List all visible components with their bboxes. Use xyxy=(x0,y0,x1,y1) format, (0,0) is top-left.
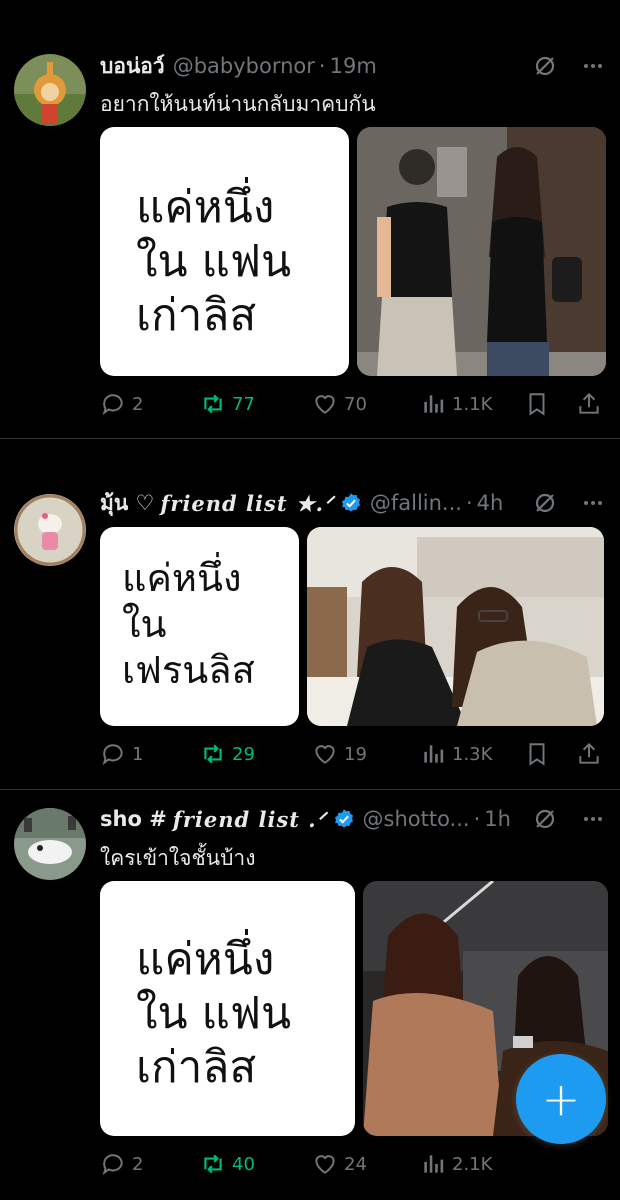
photo[interactable] xyxy=(307,527,604,726)
share-icon xyxy=(579,392,599,414)
display-name[interactable]: บอน่อว์ xyxy=(100,50,165,83)
views-icon xyxy=(424,1155,444,1173)
compose-post-button[interactable]: + xyxy=(516,1054,606,1144)
tweet-header: บอน่อว์ @babybornor · 19m xyxy=(100,50,606,82)
repost-button[interactable]: 40 xyxy=(200,1151,312,1177)
display-name-stylized[interactable]: friend list .ᐟ xyxy=(173,807,327,832)
bookmark-button[interactable] xyxy=(524,741,576,767)
views-button[interactable]: 2.1K xyxy=(420,1151,524,1177)
views-button[interactable]: 1.1K xyxy=(420,391,524,417)
grok-icon[interactable] xyxy=(532,53,558,79)
timestamp[interactable]: 1h xyxy=(484,807,511,831)
tweet-1[interactable]: บอน่อว์ @babybornor · 19m อยากให้นนท์น่า… xyxy=(0,0,620,438)
repost-icon xyxy=(204,1154,222,1174)
tweet-actions: 2 77 70 1.1K xyxy=(100,386,606,422)
reply-button[interactable]: 2 xyxy=(100,391,200,417)
text-image-card[interactable]: แค่หนึ่ง ใน เฟรนลิส xyxy=(100,527,299,726)
display-name[interactable]: มุ้น ♡ xyxy=(100,487,154,520)
view-count: 1.1K xyxy=(452,393,493,415)
tweet-actions: 2 40 24 2.1K xyxy=(100,1146,606,1182)
reply-icon xyxy=(102,1154,123,1176)
tweet-text: อยากให้นนท์น่านกลับมาคบกัน xyxy=(100,92,376,116)
reply-button[interactable]: 2 xyxy=(100,1151,200,1177)
bookmark-icon xyxy=(529,743,545,766)
view-count: 1.3K xyxy=(452,743,493,765)
separator-dot: · xyxy=(473,807,481,831)
repost-count: 40 xyxy=(232,1153,255,1175)
bookmark-icon xyxy=(529,393,545,416)
more-options-icon[interactable] xyxy=(580,806,606,832)
separator-dot: · xyxy=(465,491,473,515)
like-button[interactable]: 19 xyxy=(312,741,420,767)
handle[interactable]: @fallin... xyxy=(370,491,462,515)
share-icon xyxy=(579,742,599,764)
plus-icon: + xyxy=(541,1072,581,1126)
reply-icon xyxy=(102,744,123,766)
handle[interactable]: @babybornor xyxy=(173,54,315,78)
reply-count: 2 xyxy=(132,1153,144,1175)
tweet-3[interactable]: sho # friend list .ᐟ @shotto... · 1h ใคร… xyxy=(0,790,620,1200)
heart-icon xyxy=(315,395,335,414)
separator-dot: · xyxy=(318,54,326,78)
reply-button[interactable]: 1 xyxy=(100,741,200,767)
views-icon xyxy=(424,395,444,413)
grok-icon[interactable] xyxy=(532,806,558,832)
view-count: 2.1K xyxy=(452,1153,493,1175)
tweet-header: sho # friend list .ᐟ @shotto... · 1h xyxy=(100,803,606,835)
like-count: 19 xyxy=(344,743,367,765)
photo[interactable] xyxy=(357,127,606,376)
repost-count: 29 xyxy=(232,743,255,765)
more-options-icon[interactable] xyxy=(580,53,606,79)
text-image-card[interactable]: แค่หนึ่ง ใน แฟน เก่าลิส xyxy=(100,881,355,1136)
display-name-stylized[interactable]: friend list ★.ᐟ xyxy=(160,491,334,516)
timestamp[interactable]: 19m xyxy=(330,54,377,78)
tweet-actions: 1 29 19 1.3K xyxy=(100,736,606,772)
more-options-icon[interactable] xyxy=(580,490,606,516)
repost-icon xyxy=(204,744,222,764)
tweet-2[interactable]: มุ้น ♡ friend list ★.ᐟ @fallin... · 4h แ… xyxy=(0,439,620,789)
display-name[interactable]: sho # xyxy=(100,807,167,831)
avatar[interactable] xyxy=(14,808,86,880)
views-button[interactable]: 1.3K xyxy=(420,741,524,767)
verified-badge-icon[interactable] xyxy=(333,808,355,830)
card-text: แค่หนึ่ง ใน แฟน เก่าลิส xyxy=(136,182,292,341)
heart-icon xyxy=(315,1155,335,1174)
text-image-card[interactable]: แค่หนึ่ง ใน แฟน เก่าลิส xyxy=(100,127,349,376)
handle[interactable]: @shotto... xyxy=(363,807,470,831)
share-button[interactable] xyxy=(576,391,602,417)
timestamp[interactable]: 4h xyxy=(477,491,504,515)
tweet-header: มุ้น ♡ friend list ★.ᐟ @fallin... · 4h xyxy=(100,487,606,519)
reply-count: 2 xyxy=(132,393,144,415)
repost-count: 77 xyxy=(232,393,255,415)
bookmark-button[interactable] xyxy=(524,391,576,417)
like-button[interactable]: 24 xyxy=(312,1151,420,1177)
card-text: แค่หนึ่ง ใน แฟน เก่าลิส xyxy=(136,934,292,1093)
verified-badge-icon[interactable] xyxy=(340,492,362,514)
reply-icon xyxy=(102,394,123,416)
tweet-media[interactable]: แค่หนึ่ง ใน เฟรนลิส xyxy=(100,527,604,726)
card-text: แค่หนึ่ง ใน เฟรนลิส xyxy=(122,556,255,692)
like-count: 70 xyxy=(344,393,367,415)
repost-icon xyxy=(204,394,222,414)
tweet-text: ใครเข้าใจชั้นบ้าง xyxy=(100,846,256,870)
avatar[interactable] xyxy=(14,54,86,126)
repost-button[interactable]: 29 xyxy=(200,741,312,767)
avatar[interactable] xyxy=(14,494,86,566)
share-button[interactable] xyxy=(576,741,602,767)
tweet-media[interactable]: แค่หนึ่ง ใน แฟน เก่าลิส xyxy=(100,127,606,376)
like-count: 24 xyxy=(344,1153,367,1175)
views-icon xyxy=(424,745,444,763)
like-button[interactable]: 70 xyxy=(312,391,420,417)
reply-count: 1 xyxy=(132,743,144,765)
repost-button[interactable]: 77 xyxy=(200,391,312,417)
heart-icon xyxy=(315,745,335,764)
grok-icon[interactable] xyxy=(532,490,558,516)
